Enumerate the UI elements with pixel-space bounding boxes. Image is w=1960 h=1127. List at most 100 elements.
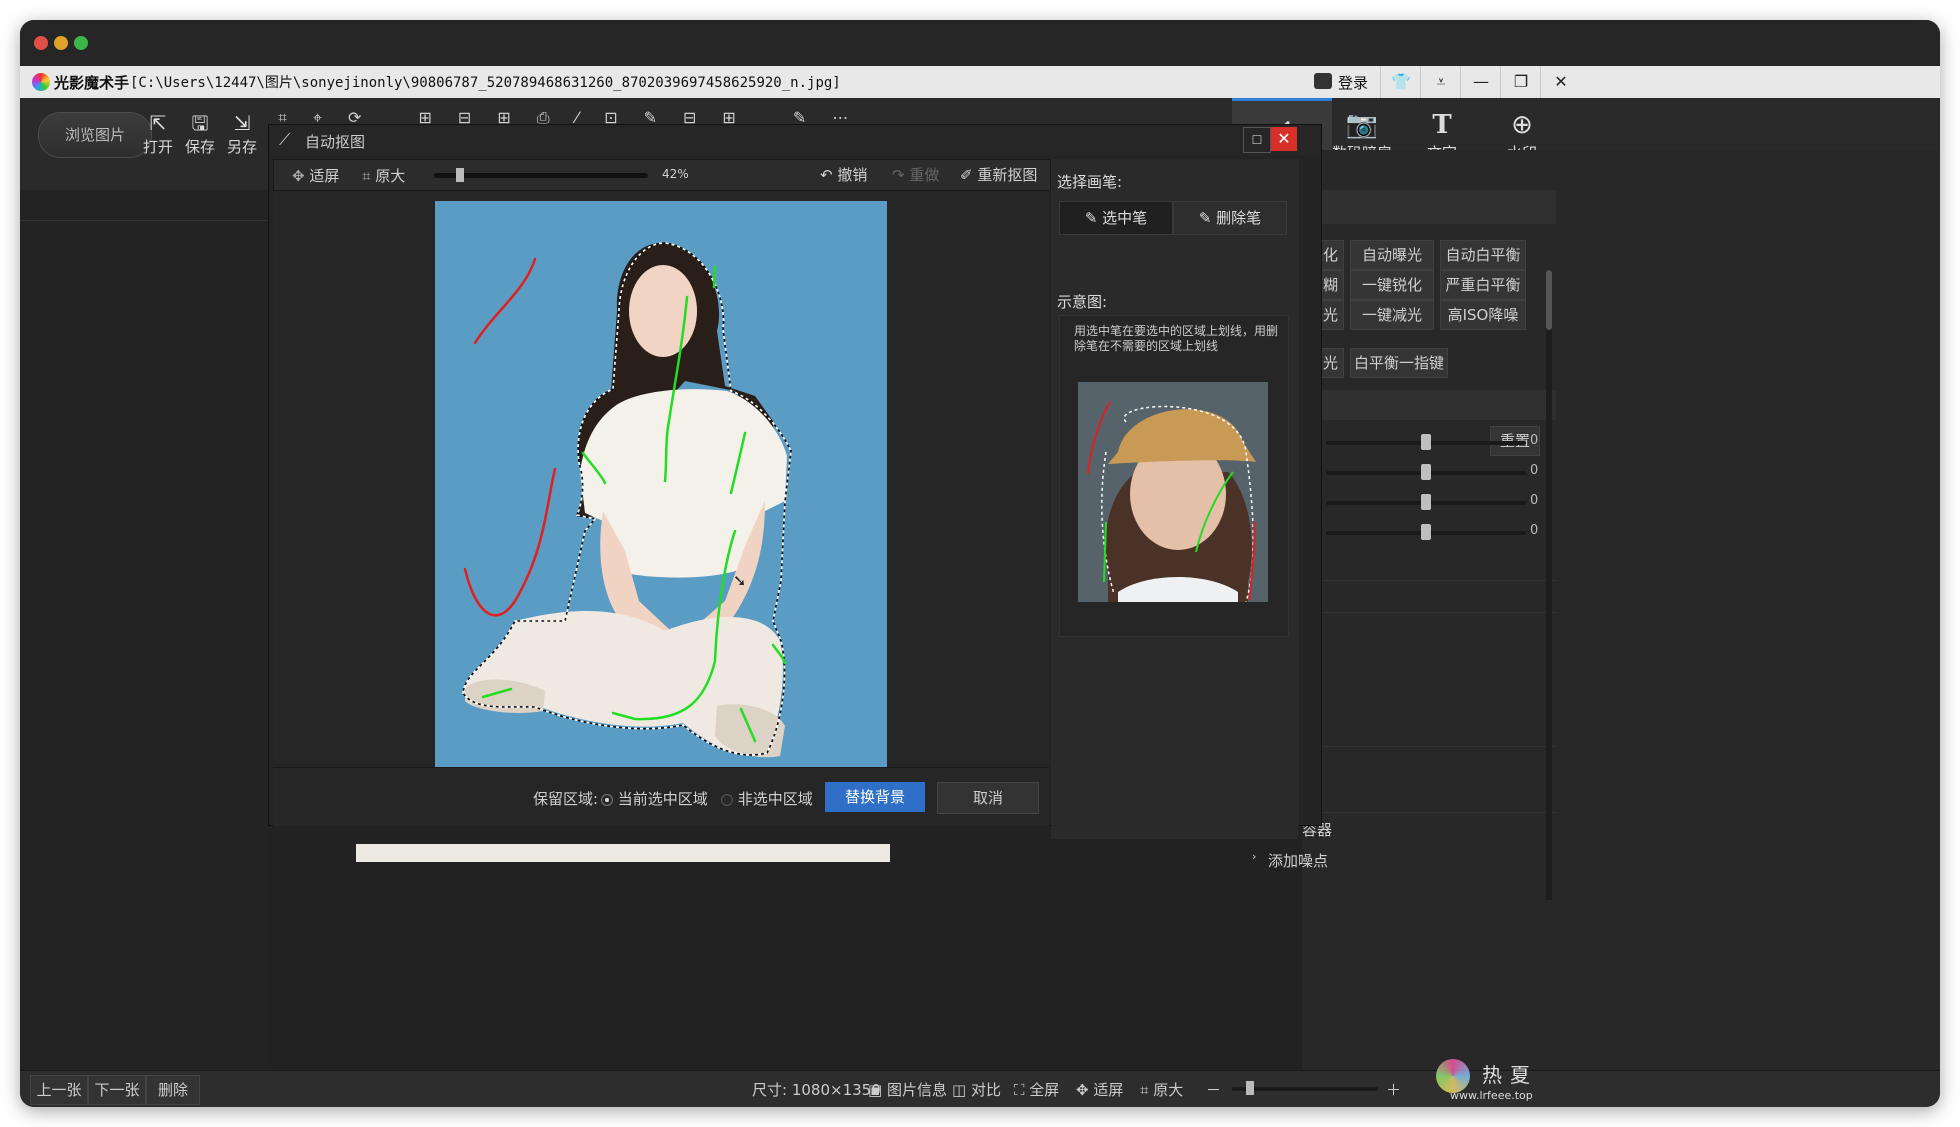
keep-area-label: 保留区域: (533, 790, 599, 808)
panel-header: 理 (1302, 190, 1556, 224)
section-header (1302, 390, 1556, 420)
fit-screen-button[interactable]: ✥ 适屏 (292, 165, 339, 186)
fullscreen-label: 全屏 (1029, 1081, 1060, 1099)
zoom-percent: 42% (662, 167, 689, 181)
panel-scrollbar[interactable] (1546, 270, 1552, 900)
left-panel-header (20, 190, 268, 221)
slider-value-1: 0 (1530, 433, 1539, 448)
bottom-statusbar: 上一张 下一张 删除 尺寸: 1080×1350 ▣ 图片信息 ◫ 对比 ⛶ 全… (20, 1059, 1940, 1107)
fit-bottom-label: 适屏 (1093, 1081, 1124, 1099)
text-tool-icon: T (1432, 110, 1452, 140)
expand-corners-icon: ⌗ (362, 167, 371, 185)
reduce-light-button[interactable]: 一键减光 (1350, 300, 1434, 330)
zoom-traffic-light[interactable] (74, 36, 88, 50)
wb-one-click-button[interactable]: 白平衡一指键 (1350, 348, 1448, 378)
slider-knob[interactable] (1421, 434, 1431, 450)
app-window: 光影魔术手 [C:\Users\12447\图片\sonyejinonly\90… (20, 20, 1940, 1107)
restore-button[interactable]: ❐ (1500, 66, 1541, 98)
cancel-button[interactable]: 取消 (937, 782, 1039, 814)
brush-icon: ✎ (1198, 209, 1212, 227)
radio-current-selection[interactable]: 当前选中区域 (601, 788, 708, 809)
prev-image-button[interactable]: 上一张 (30, 1075, 88, 1105)
minimize-button[interactable]: — (1460, 66, 1501, 98)
shirt-icon: 👕 (1391, 72, 1411, 91)
minimize-traffic-light[interactable] (54, 36, 68, 50)
auto-wb-button[interactable]: 自动白平衡 (1440, 240, 1526, 270)
delete-pen-button[interactable]: ✎ 删除笔 (1173, 201, 1287, 235)
fullscreen-button[interactable]: ⛶ 全屏 (1014, 1079, 1059, 1100)
collapsed-section-a[interactable]: 亡 (1302, 580, 1556, 611)
red-delete-strokes (463, 257, 557, 617)
camera-icon: 📷 (1345, 110, 1379, 140)
auto-exposure-button[interactable]: 自动曝光 (1350, 240, 1434, 270)
undo-label: 撤销 (837, 166, 868, 184)
close-icon: ✕ (1554, 72, 1568, 91)
mouse-pointer-icon: ➘ (733, 571, 747, 590)
save-as-button[interactable]: ⇲ 另存 (216, 110, 268, 157)
zoom-in-button[interactable]: ＋ (1386, 1079, 1401, 1100)
dialog-title: 自动抠图 (305, 133, 366, 151)
dialog-zoom-slider[interactable] (434, 168, 648, 182)
undo-button[interactable]: ↶ 撤销 (820, 164, 867, 185)
adjust-slider-3[interactable] (1326, 494, 1526, 510)
left-panel (20, 190, 268, 1070)
bottom-zoom-knob[interactable] (1246, 1081, 1254, 1095)
menu-dropdown-icon: ⩡ (1436, 72, 1446, 91)
zoom-slider-knob[interactable] (456, 168, 464, 182)
save-as-label: 另存 (226, 138, 257, 156)
login-button[interactable]: 登录 (1310, 66, 1380, 98)
dialog-maximize-button[interactable]: ☐ (1243, 127, 1271, 153)
window-close-button[interactable]: ✕ (1540, 66, 1581, 98)
collapsed-section-b[interactable]: 亡 (1302, 612, 1556, 643)
slider-knob[interactable] (1421, 524, 1431, 540)
slider-knob[interactable] (1421, 494, 1431, 510)
original-size-bottom-button[interactable]: ⌗ 原大 (1140, 1079, 1183, 1100)
delete-image-button[interactable]: 删除 (146, 1075, 200, 1105)
select-pen-button[interactable]: ✎ 选中笔 (1059, 201, 1173, 235)
slider-value-3: 0 (1530, 493, 1539, 508)
next-image-button[interactable]: 下一张 (88, 1075, 146, 1105)
iso-denoise-button[interactable]: 高ISO降噪 (1440, 300, 1526, 330)
delete-pen-label: 删除笔 (1216, 209, 1262, 227)
file-path: [C:\Users\12447\图片\sonyejinonly\90806787… (130, 75, 841, 91)
bottom-zoom-slider[interactable] (1232, 1081, 1378, 1095)
maximize-icon: ☐ (1251, 133, 1263, 147)
collapsed-section-c[interactable]: 析 (1302, 746, 1556, 777)
watermark-logo-icon (1436, 1059, 1470, 1093)
option-non-label: 非选中区域 (737, 790, 813, 808)
redo-button[interactable]: ↷ 重做 (892, 164, 939, 185)
image-size-text: 尺寸: 1080×1350 (752, 1081, 881, 1099)
compare-button[interactable]: ◫ 对比 (952, 1079, 1001, 1100)
panel-scrollbar-thumb[interactable] (1546, 270, 1552, 330)
move-arrows-icon: ✥ (1076, 1081, 1089, 1099)
collapsed-section-d[interactable]: 容器 (1302, 812, 1556, 843)
close-traffic-light[interactable] (34, 36, 48, 50)
fit-screen-bottom-button[interactable]: ✥ 适屏 (1076, 1079, 1123, 1100)
dialog-close-button[interactable]: ✕ (1271, 127, 1297, 151)
photo-preview[interactable] (435, 201, 887, 767)
adjust-slider-2[interactable] (1326, 464, 1526, 480)
save-label: 保存 (184, 138, 215, 156)
example-text: 用选中笔在要选中的区域上划线，用删除笔在不需要的区域上划线 (1074, 324, 1279, 353)
user-icon (1314, 73, 1332, 89)
minimize-icon: — (1473, 72, 1489, 91)
slider-knob[interactable] (1421, 464, 1431, 480)
zoom-out-button[interactable]: － (1206, 1079, 1221, 1100)
original-size-button[interactable]: ⌗ 原大 (362, 165, 405, 186)
image-info-label: 图片信息 (886, 1081, 947, 1099)
app-logo-icon (32, 73, 50, 91)
fit-label: 适屏 (309, 167, 340, 185)
sharpen-button[interactable]: 一键锐化 (1350, 270, 1434, 300)
example-image (1078, 382, 1268, 602)
adjust-slider-4[interactable] (1326, 524, 1526, 540)
replace-background-button[interactable]: 替换背景 (825, 782, 925, 812)
adjust-slider-1[interactable] (1326, 434, 1526, 450)
recut-button[interactable]: ✐ 重新抠图 (960, 164, 1037, 185)
add-noise-section[interactable]: › 添加噪点 (1252, 844, 1552, 874)
radio-non-selection[interactable]: 非选中区域 (721, 788, 813, 809)
menu-button[interactable]: ⩡ (1420, 66, 1461, 98)
cutout-canvas[interactable]: ➘ (273, 191, 1049, 767)
image-info-button[interactable]: ▣ 图片信息 (868, 1079, 947, 1100)
skin-button[interactable]: 👕 (1380, 66, 1421, 98)
strong-wb-button[interactable]: 严重白平衡 (1440, 270, 1526, 300)
